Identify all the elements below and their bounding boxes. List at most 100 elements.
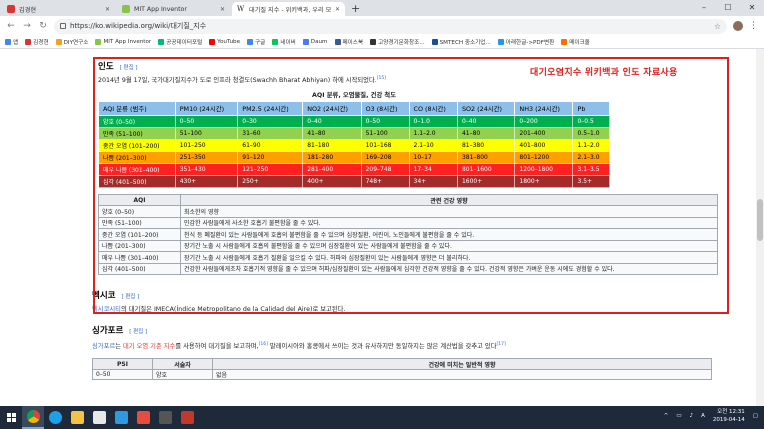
address-bar[interactable]: https://ko.wikipedia.org/wiki/대기질_지수 ☆: [54, 18, 727, 34]
system-tray: ^ ▭ ♪ A 오전 12:31 2019-04-14 ▢: [664, 408, 758, 424]
maximize-icon[interactable]: ☐: [716, 0, 740, 16]
bookmark-item[interactable]: DIY연구소: [55, 38, 89, 46]
singapore-text: 싱가포르는 대기 오염 기준 지수를 사용하여 대기질을 보고하며,[16] 말…: [92, 340, 724, 352]
app-icon: [158, 411, 172, 424]
browser-toolbar: ← → ↻ https://ko.wikipedia.org/wiki/대기질_…: [0, 16, 764, 36]
bookmark-item[interactable]: 네이버: [272, 38, 296, 46]
close-tab-icon[interactable]: ✕: [220, 6, 225, 13]
bookmark-item[interactable]: Daum: [302, 39, 328, 45]
forward-icon[interactable]: →: [22, 21, 32, 31]
paint-icon: [92, 411, 106, 424]
bookmark-item[interactable]: 아래한글->PDF변환: [497, 38, 555, 46]
bookmark-item[interactable]: 공공데이터포털: [158, 38, 202, 46]
taskbar-ie[interactable]: [44, 406, 66, 429]
column-header: 건강에 미치는 일반적 영향: [212, 358, 712, 371]
new-tab-icon[interactable]: +: [351, 2, 360, 16]
edit-link[interactable]: [ 편집 ]: [129, 327, 147, 335]
singapore-link[interactable]: 싱가포르: [92, 343, 115, 350]
reference-link[interactable]: [16]: [259, 342, 268, 347]
bookmark-item[interactable]: 페이스북: [334, 38, 364, 46]
bookmark-item[interactable]: 앱: [5, 38, 18, 46]
taskbar-app[interactable]: [154, 406, 176, 429]
reload-icon[interactable]: ↻: [38, 21, 48, 31]
bookmark-item[interactable]: SMTECH 중소기업...: [431, 38, 491, 46]
column-header: PSI: [92, 358, 153, 371]
wikipedia-favicon-icon: W: [237, 5, 245, 13]
date: 2019-04-14: [712, 417, 745, 423]
scrollbar-thumb[interactable]: [757, 199, 763, 241]
close-tab-icon[interactable]: ✕: [105, 6, 110, 13]
bookmark-item[interactable]: YouTube: [209, 39, 240, 45]
taskbar: ^ ▭ ♪ A 오전 12:31 2019-04-14 ▢: [0, 406, 764, 429]
tab-1[interactable]: MIT App Inventor ✕: [117, 2, 230, 16]
network-icon[interactable]: ▭: [676, 413, 681, 419]
singapore-body: 는: [115, 343, 123, 351]
bookmark-label: 네이버: [280, 40, 296, 46]
bookmark-item[interactable]: MIT App Inventor: [95, 39, 151, 45]
bookmark-favicon-icon: [55, 39, 62, 45]
singapore-body: 말레이시아와 홍콩에서 쓰이는 것과 유사하지만 동일하지는 않은 계산법을 갖…: [267, 343, 497, 351]
tab-2[interactable]: W 대기질 지수 - 위키백과, 우리 모 ✕: [232, 2, 345, 16]
bookmarks-bar: 앱 김경현 DIY연구소 MIT App Inventor 공공데이터포털 YouTube…: [0, 36, 764, 49]
bookmark-favicon-icon: [25, 39, 32, 45]
url-text: https://ko.wikipedia.org/wiki/대기질_지수: [70, 22, 207, 30]
table-row: 0–50 양호 없음: [92, 369, 712, 381]
taskbar-app[interactable]: [88, 406, 110, 429]
scrollbar[interactable]: [756, 49, 764, 406]
window-controls: – ☐ ✕: [692, 0, 764, 16]
volume-icon[interactable]: ♪: [690, 413, 694, 419]
input-language[interactable]: A: [701, 413, 705, 419]
taskbar-app[interactable]: [110, 406, 132, 429]
psi-link[interactable]: 대기 오염 기준 지수: [123, 343, 175, 350]
taskbar-explorer[interactable]: [66, 406, 88, 429]
singapore-body: 를 사용하여 대기질을 보고하며,: [175, 343, 259, 351]
back-icon[interactable]: ←: [6, 21, 16, 31]
bookmark-favicon-icon: [561, 39, 568, 45]
taskbar-app[interactable]: [132, 406, 154, 429]
bookmark-label: Daum: [310, 39, 328, 45]
hangul-icon: [114, 411, 128, 424]
taskbar-chrome[interactable]: [22, 406, 44, 429]
bookmark-favicon-icon: [497, 39, 504, 45]
bookmark-label: MIT App Inventor: [103, 39, 152, 45]
bookmark-label: DIY연구소: [63, 40, 89, 46]
windows-logo-icon: [6, 413, 16, 422]
bookmark-item[interactable]: 고양경기문화창조...: [370, 38, 425, 46]
profile-avatar[interactable]: [733, 21, 743, 31]
bookmark-label: 김경현: [33, 40, 49, 46]
taskbar-app[interactable]: [176, 406, 198, 429]
bookmark-star-icon[interactable]: ☆: [714, 22, 721, 31]
close-tab-icon[interactable]: ✕: [335, 6, 340, 13]
section-heading-singapore: 싱가포르 [ 편집 ]: [92, 324, 724, 336]
tab-label: 김경현: [19, 6, 37, 14]
notification-icon[interactable]: ▢: [753, 413, 758, 419]
bookmark-label: 공공데이터포털: [166, 40, 203, 46]
psi-table: PSI 서술자 건강에 미치는 일반적 영향 0–50 양호 없음: [92, 358, 712, 381]
table-cell: 양호: [152, 369, 213, 381]
start-button[interactable]: [0, 406, 22, 429]
favicon-icon: [122, 5, 130, 13]
bookmark-favicon-icon: [302, 39, 309, 45]
bookmark-label: 페이스북: [342, 40, 364, 46]
bookmark-item[interactable]: 구글: [247, 38, 265, 46]
tray-arrow-icon[interactable]: ^: [664, 413, 669, 419]
bookmark-favicon-icon: [5, 39, 11, 45]
pdf-icon: [180, 411, 194, 424]
tab-label: MIT App Inventor: [134, 5, 187, 13]
annotation-box: [93, 57, 729, 314]
lock-icon: [60, 23, 66, 29]
clock[interactable]: 오전 12:31 2019-04-14: [713, 408, 745, 424]
bookmark-favicon-icon: [95, 39, 102, 45]
table-cell: 없음: [212, 369, 712, 381]
bookmark-favicon-icon: [334, 39, 341, 45]
tab-bar: 김경현 ✕ MIT App Inventor ✕ W 대기질 지수 - 위키백과…: [0, 0, 764, 16]
bookmark-item[interactable]: 메이크올: [561, 38, 590, 46]
minimize-icon[interactable]: –: [692, 0, 716, 16]
reference-link[interactable]: [17]: [497, 342, 506, 347]
close-window-icon[interactable]: ✕: [740, 0, 764, 16]
bookmark-item[interactable]: 김경현: [25, 38, 49, 46]
menu-kebab-icon[interactable]: ⋮: [749, 21, 758, 31]
bookmark-favicon-icon: [431, 39, 438, 45]
tab-0[interactable]: 김경현 ✕: [2, 2, 115, 16]
bookmark-label: 아래한글->PDF변환: [505, 40, 555, 46]
